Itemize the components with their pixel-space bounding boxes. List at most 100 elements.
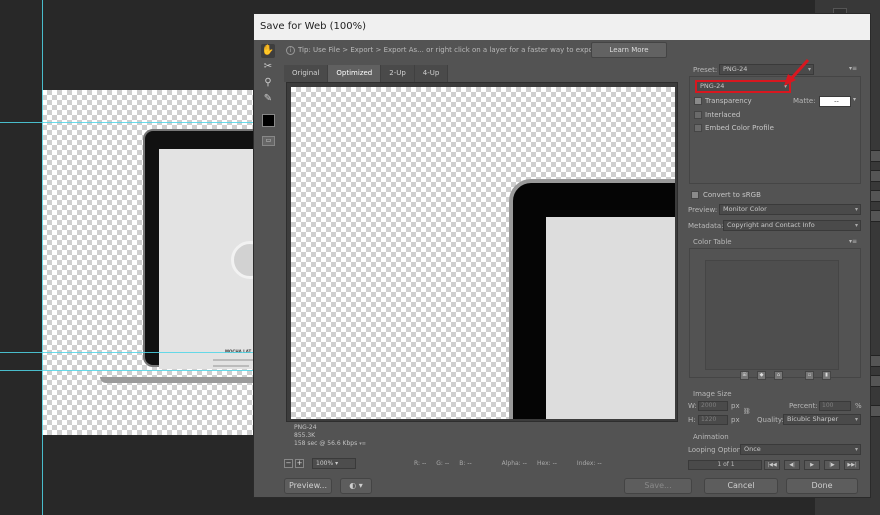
preview-info: PNG-24 855.3K 158 sec @ 56.6 Kbps ▾≡ [290,422,680,452]
optimize-menu-icon[interactable]: ▾≡ [849,65,857,72]
blue-readout: B: -- [459,459,472,467]
convert-srgb-checkbox[interactable] [691,191,699,199]
link-icon[interactable]: ⛓ [743,408,751,415]
delete-color-icon[interactable]: ▮ [822,371,831,380]
tools-column: ✋ ✂ ⚲ ✎ ▭ [257,42,279,162]
next-frame-icon[interactable]: |▶ [824,460,840,470]
panel-cell[interactable] [870,375,880,387]
status-bar: − + 100% ▾ R: -- G: -- B: -- Alpha: -- H… [284,456,680,470]
frame-counter: 1 of 1 [688,460,762,470]
metadata-label: Metadata: [688,222,724,230]
web-shift-icon[interactable]: ◆ [757,371,766,380]
matte-label: Matte: [793,97,816,105]
width-label: W: [688,402,697,410]
preview-format: PNG-24 [294,424,317,431]
embed-color-profile-label: Embed Color Profile [705,124,774,132]
tab-optimized[interactable]: Optimized [328,65,382,82]
alpha-readout: Alpha: -- [501,459,527,467]
width-unit: px [731,402,740,410]
zoom-icon[interactable]: ⚲ [261,76,275,90]
laptop-display: MOCHA LAT [159,149,255,369]
toggle-slices-icon[interactable]: ▭ [262,136,275,146]
looping-options-label: Looping Options: [688,446,748,454]
view-tabs: Original Optimized 2-Up 4-Up [284,65,449,82]
percent-input[interactable]: 100 [819,401,851,411]
new-color-icon[interactable]: ▫ [805,371,814,380]
convert-srgb-label: Convert to sRGB [703,191,761,199]
tip-text: Tip: Use File > Export > Export As... or… [298,46,623,54]
panel-cell[interactable] [870,190,880,202]
cancel-button[interactable]: Cancel [704,478,778,494]
image-size-label: Image Size [693,390,732,398]
guide-line [0,352,253,353]
download-rate-menu-icon[interactable]: ▾≡ [359,441,366,447]
annotation-arrow-icon [784,58,810,86]
save-for-web-dialog: Save for Web (100%) i Tip: Use File > Exp… [253,13,871,498]
play-icon[interactable]: ▶ [804,460,820,470]
guide-line [0,370,253,371]
tab-2-up[interactable]: 2-Up [381,65,415,82]
height-input[interactable]: 1220 [698,415,728,425]
panel-cell[interactable] [870,405,880,417]
transparency-label: Transparency [705,97,752,105]
hex-readout: Hex: -- [536,459,557,467]
red-readout: R: -- [414,459,427,467]
matte-select[interactable]: -- [819,96,851,107]
color-table-menu-icon[interactable]: ▾≡ [849,238,857,245]
lock-color-icon[interactable]: ⌂ [774,371,783,380]
panel-cell[interactable] [870,170,880,182]
animation-controls: |◀◀ ◀| ▶ |▶ ▶▶| [764,460,864,470]
height-label: H: [688,416,696,424]
dialog-title: Save for Web (100%) [254,14,870,40]
zoom-in-button[interactable]: + [295,458,304,468]
color-table-label: Color Table [693,238,732,246]
learn-more-button[interactable]: Learn More [591,42,667,58]
panel-cell[interactable] [870,355,880,367]
looping-options-select[interactable]: Once ▾ [740,444,861,455]
transparency-checkbox[interactable] [694,97,702,105]
file-format-select[interactable]: PNG-24 ▾ [695,80,791,93]
hand-icon[interactable]: ✋ [261,44,275,58]
embed-color-profile-checkbox[interactable] [694,124,702,132]
guide-line [42,0,43,515]
percent-label: Percent: [789,402,818,410]
interlaced-checkbox[interactable] [694,111,702,119]
color-table-grid [705,260,839,370]
last-frame-icon[interactable]: ▶▶| [844,460,860,470]
done-button[interactable]: Done [786,478,858,494]
panel-cell[interactable] [870,210,880,222]
interlaced-label: Interlaced [705,111,741,119]
tab-original[interactable]: Original [284,65,329,82]
canvas-text-line [213,359,253,361]
matte-dropdown-icon[interactable]: ▾ [853,96,856,103]
previous-frame-icon[interactable]: ◀| [784,460,800,470]
animation-label: Animation [693,433,729,441]
laptop-screen-image: MOCHA LAT [143,129,255,369]
photoshop-workspace: MOCHA LAT Save for Web (100%) iTip: Use … [0,0,880,515]
preset-label: Preset: [693,66,718,74]
preview-laptop-screen [546,217,675,419]
metadata-select[interactable]: Copyright and Contact Info ▾ [723,220,861,231]
preview-in-browser-button[interactable]: Preview... [284,478,332,494]
document-canvas: MOCHA LAT [42,90,255,435]
tab-4-up[interactable]: 4-Up [414,65,449,82]
save-button[interactable]: Save... [624,478,692,494]
green-readout: G: -- [436,459,450,467]
info-icon: i [286,45,295,55]
zoom-level-select[interactable]: 100% ▾ [312,457,356,469]
preview-mode-select[interactable]: Monitor Color ▾ [719,204,861,215]
first-frame-icon[interactable]: |◀◀ [764,460,780,470]
browser-select-button[interactable]: ◐ ▾ [340,478,372,494]
plate-image [231,241,255,279]
optimized-preview[interactable] [286,82,678,422]
map-color-icon[interactable]: ⊞ [740,371,749,380]
eyedropper-icon[interactable]: ✎ [261,92,275,106]
preview-mode-label: Preview: [688,206,718,214]
eyedropper-color-swatch[interactable] [262,114,275,127]
width-input[interactable]: 2000 [698,401,728,411]
quality-select[interactable]: Bicubic Sharper ▾ [783,414,861,425]
zoom-out-button[interactable]: − [284,458,293,468]
preview-time: 158 sec @ 56.6 Kbps [294,440,358,447]
panel-cell[interactable] [870,150,880,162]
slice-select-icon[interactable]: ✂ [261,60,275,74]
